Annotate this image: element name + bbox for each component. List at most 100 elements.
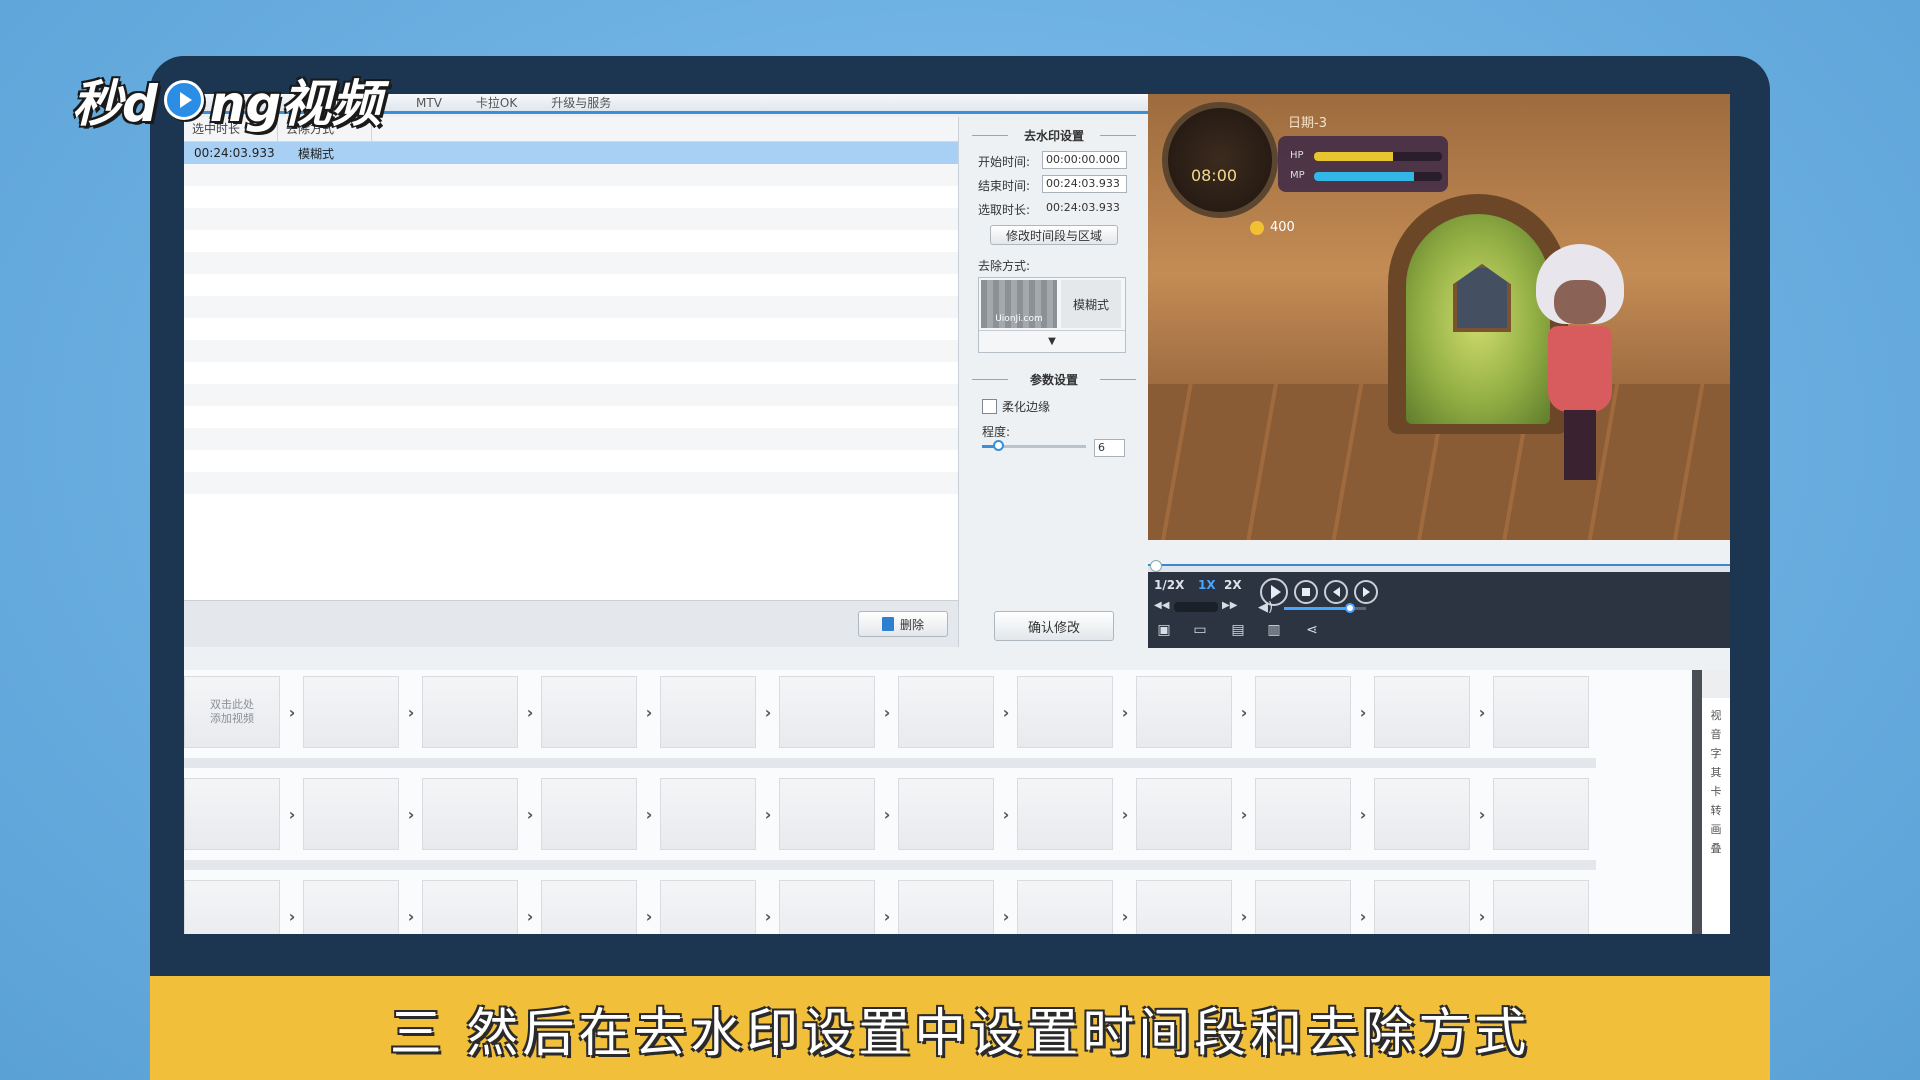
table-row[interactable]: 00:24:03.933 模糊式 — [184, 142, 958, 164]
menu-item-mtv[interactable]: MTV — [416, 96, 442, 110]
modify-range-button[interactable]: 修改时间段与区域 — [990, 225, 1118, 245]
chevron-right-icon: › — [645, 906, 653, 926]
storyboard-slot[interactable] — [1374, 778, 1470, 850]
storyboard-slot[interactable] — [898, 880, 994, 934]
chevron-right-icon: › — [883, 702, 891, 722]
remove-mode-selector[interactable]: UionJi.com 模糊式 ▼ — [978, 277, 1126, 353]
save-as-icon[interactable]: ▥ — [1264, 620, 1284, 640]
storyboard-slot[interactable] — [303, 676, 399, 748]
storyboard-slot[interactable] — [660, 880, 756, 934]
storyboard-slot[interactable] — [1017, 880, 1113, 934]
storyboard-slot[interactable] — [422, 778, 518, 850]
empty-row — [184, 208, 958, 230]
soften-edge-checkbox[interactable] — [982, 399, 997, 414]
storyboard-slot[interactable] — [1017, 676, 1113, 748]
storyboard-slot[interactable] — [779, 778, 875, 850]
mode-dropdown-arrow-icon[interactable]: ▼ — [979, 330, 1125, 351]
seek-handle[interactable] — [1150, 560, 1162, 572]
speed-half-button[interactable]: 1/2X — [1154, 578, 1184, 592]
speed-double-button[interactable]: 2X — [1224, 578, 1242, 592]
delete-button[interactable]: 删除 — [858, 611, 948, 637]
volume-slider-handle[interactable] — [1344, 603, 1355, 613]
storyboard-slot[interactable] — [898, 676, 994, 748]
degree-slider-handle[interactable] — [992, 440, 1004, 451]
storyboard-slot[interactable] — [1136, 778, 1232, 850]
save-icon[interactable]: ▤ — [1228, 620, 1248, 640]
speed-normal-button[interactable]: 1X — [1198, 578, 1216, 592]
storyboard-slot[interactable] — [422, 676, 518, 748]
storyboard-slot[interactable] — [779, 676, 875, 748]
side-tab-transition[interactable]: 转 — [1702, 801, 1730, 820]
shuttle-bar[interactable] — [1174, 602, 1218, 612]
storyboard-slot[interactable] — [1255, 676, 1351, 748]
storyboard-slot[interactable] — [541, 676, 637, 748]
prev-frame-button[interactable] — [1324, 580, 1348, 604]
storyboard-slot[interactable] — [1255, 880, 1351, 934]
share-icon[interactable]: ⋖ — [1302, 620, 1322, 640]
storyboard-slot[interactable] — [660, 676, 756, 748]
chevron-right-icon: › — [645, 702, 653, 722]
start-time-input[interactable]: 00:00:00.000 — [1042, 151, 1127, 169]
degree-slider-track[interactable] — [982, 440, 1086, 451]
volume-slider[interactable] — [1284, 603, 1366, 613]
storyboard-slot[interactable] — [1493, 880, 1589, 934]
storyboard-slot[interactable] — [1374, 676, 1470, 748]
start-time-label: 开始时间: — [978, 155, 1031, 169]
storyboard-slot[interactable] — [184, 880, 280, 934]
row-mode: 模糊式 — [298, 146, 335, 161]
screenshot-icon[interactable]: ▣ — [1154, 620, 1174, 640]
side-tab-audio[interactable]: 音 — [1702, 725, 1730, 744]
caption-text: 三 然后在去水印设置中设置时间段和去除方式 — [389, 1003, 1531, 1064]
empty-row — [184, 230, 958, 252]
side-tab-subtitle[interactable]: 字 — [1702, 744, 1730, 763]
watermark-list-panel: 选中时长 去除方式 00:24:03.933 模糊式 删除 — [184, 117, 959, 647]
storyboard-slot[interactable] — [541, 778, 637, 850]
end-time-input[interactable]: 00:24:03.933 — [1042, 175, 1127, 193]
volume-icon[interactable]: ◀) — [1258, 600, 1273, 615]
storyboard-slot[interactable] — [660, 778, 756, 850]
storyboard-slot[interactable] — [1017, 778, 1113, 850]
degree-input[interactable]: 6 — [1094, 439, 1125, 457]
side-tab-other[interactable]: 其 — [1702, 763, 1730, 782]
storyboard-slot[interactable] — [898, 778, 994, 850]
storyboard-slot[interactable] — [1136, 880, 1232, 934]
chevron-right-icon: › — [288, 804, 296, 824]
menu-item-upgrade[interactable]: 升级与服务 — [551, 94, 611, 111]
chevron-right-icon: › — [1121, 804, 1129, 824]
logo-text-right: ng视频 — [209, 75, 382, 133]
storyboard-slot[interactable] — [1136, 676, 1232, 748]
open-folder-icon[interactable]: ▭ — [1190, 620, 1210, 640]
empty-row — [184, 472, 958, 494]
confirm-modify-button[interactable]: 确认修改 — [994, 611, 1114, 641]
storyboard-slot[interactable] — [303, 778, 399, 850]
storyboard-slot[interactable] — [422, 880, 518, 934]
side-tab-video[interactable]: 视 — [1702, 706, 1730, 725]
storyboard-slot[interactable] — [1493, 676, 1589, 748]
next-frame-button[interactable] — [1354, 580, 1378, 604]
side-tab-picture[interactable]: 画 — [1702, 820, 1730, 839]
storyboard-slot[interactable] — [1255, 778, 1351, 850]
menu-item-karaoke[interactable]: 卡拉OK — [476, 94, 517, 111]
storyboard-slot[interactable] — [1374, 880, 1470, 934]
playback-controls: 1/2X 1X 2X ◀◀ ▶▶ ◀) ▣ ▭ ▤ ▥ ⋖ — [1148, 572, 1730, 648]
rewind-icon[interactable]: ◀◀ — [1154, 600, 1172, 614]
storyboard-slot[interactable] — [1493, 778, 1589, 850]
video-preview[interactable]: 08:00 HP MP 日期-3 400 — [1148, 94, 1730, 540]
storyboard-slot[interactable] — [541, 880, 637, 934]
fast-forward-icon[interactable]: ▶▶ — [1222, 600, 1240, 614]
chevron-right-icon: › — [1240, 906, 1248, 926]
storyboard-panel: 双击此处 添加视频 › › › › › › › › › › › › › › › › › › › › › › › › › › › › › › ›… — [184, 670, 1730, 934]
chevron-right-icon: › — [407, 702, 415, 722]
stop-button[interactable] — [1294, 580, 1318, 604]
storyboard-slot[interactable] — [779, 880, 875, 934]
side-tab-card[interactable]: 卡 — [1702, 782, 1730, 801]
storyboard-slot[interactable] — [303, 880, 399, 934]
chevron-right-icon: › — [526, 906, 534, 926]
empty-row — [184, 274, 958, 296]
side-tab-overlay[interactable]: 叠 — [1702, 839, 1730, 858]
chevron-right-icon: › — [1240, 804, 1248, 824]
storyboard-slot[interactable] — [184, 778, 280, 850]
coin-icon — [1250, 220, 1264, 235]
add-video-slot[interactable]: 双击此处 添加视频 — [184, 676, 280, 748]
empty-row — [184, 252, 958, 274]
